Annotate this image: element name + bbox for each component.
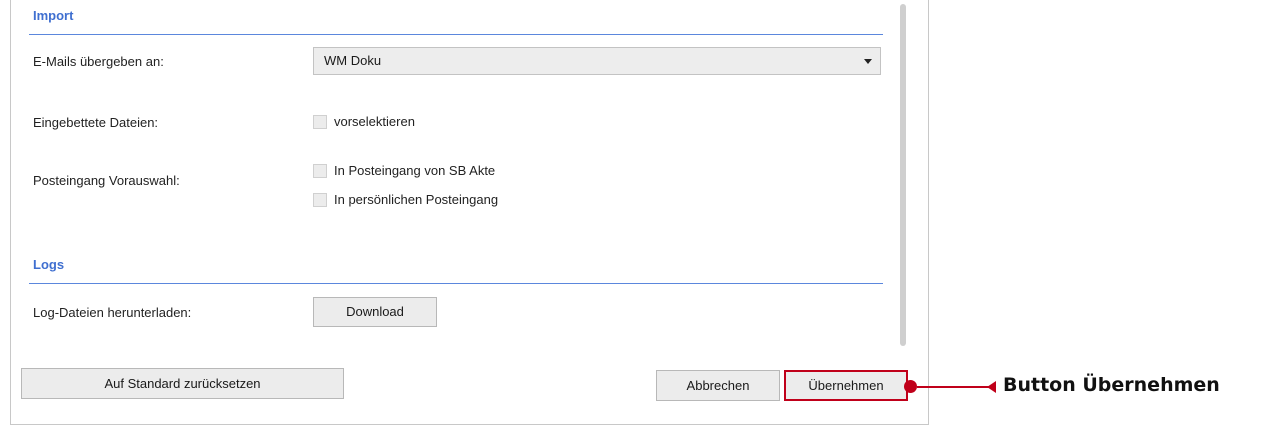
emails-target-value: WM Doku — [324, 53, 382, 68]
cancel-button[interactable]: Abbrechen — [656, 370, 780, 401]
inbox-personal-label: In persönlichen Posteingang — [334, 192, 499, 207]
logs-section-divider — [29, 283, 883, 284]
embedded-preselect-option[interactable]: vorselektieren — [313, 114, 415, 129]
chevron-down-icon — [864, 59, 872, 64]
emails-target-select[interactable]: WM Doku — [313, 47, 881, 75]
inbox-sb-akte-checkbox[interactable] — [313, 163, 327, 178]
import-section-divider — [29, 34, 883, 35]
inbox-personal-checkbox[interactable] — [313, 192, 327, 207]
import-section-title: Import — [33, 8, 74, 23]
inbox-sb-akte-option[interactable]: In Posteingang von SB Akte — [313, 163, 495, 178]
vertical-scrollbar[interactable] — [900, 4, 906, 346]
embedded-preselect-checkbox[interactable] — [313, 114, 327, 129]
callout-line — [917, 386, 989, 388]
inbox-preselection-label: Posteingang Vorauswahl: — [33, 173, 180, 188]
callout-arrow-icon — [987, 381, 996, 393]
emails-label: E-Mails übergeben an: — [33, 54, 164, 69]
inbox-personal-option[interactable]: In persönlichen Posteingang — [313, 192, 498, 207]
embedded-preselect-label: vorselektieren — [334, 114, 415, 129]
callout-dot — [904, 380, 917, 393]
logs-section-title: Logs — [33, 257, 65, 272]
embedded-files-label: Eingebettete Dateien: — [33, 115, 159, 130]
callout-label: Button Übernehmen — [1003, 374, 1220, 396]
reset-defaults-button[interactable]: Auf Standard zurücksetzen — [21, 368, 344, 399]
inbox-sb-akte-label: In Posteingang von SB Akte — [334, 163, 496, 178]
log-download-label: Log-Dateien herunterladen: — [33, 305, 192, 320]
apply-button[interactable]: Übernehmen — [784, 370, 908, 401]
log-download-button[interactable]: Download — [313, 297, 437, 327]
settings-panel: Import E-Mails übergeben an: WM Doku Ein… — [10, 0, 929, 425]
